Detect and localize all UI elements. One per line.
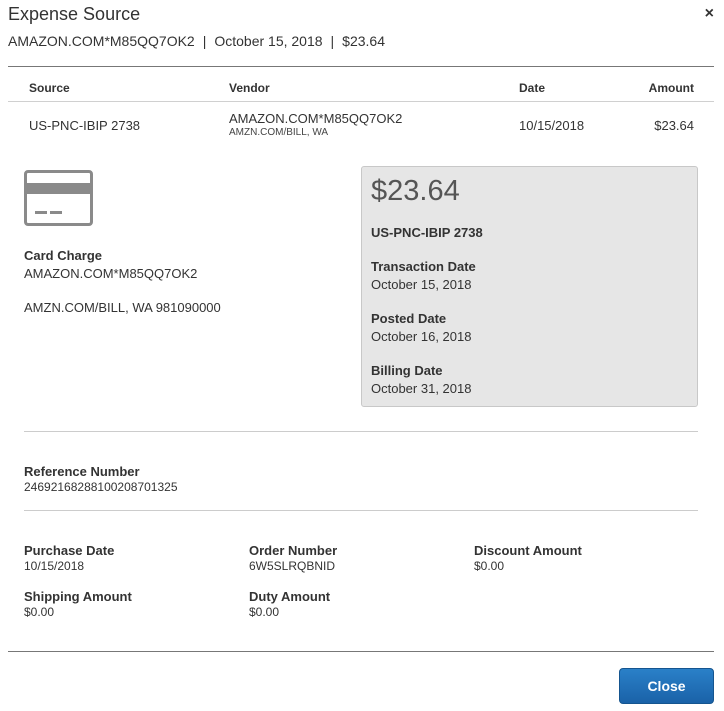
table-row: US-PNC-IBIP 2738 AMAZON.COM*M85QQ7OK2 AM… [8,104,714,148]
charge-type: Card Charge [24,248,103,263]
subtitle-amount: $23.64 [342,33,385,49]
subtitle-date: October 15, 2018 [214,33,323,49]
shipping-amount-label: Shipping Amount [24,589,132,604]
row-vendor-location: AMZN.COM/BILL, WA [229,127,329,138]
discount-amount-value: $0.00 [474,559,505,573]
charge-vendor: AMAZON.COM*M85QQ7OK2 [24,266,198,281]
credit-card-icon [24,170,93,226]
table-header: Source Vendor Date Amount [8,74,714,102]
billing-date-value: October 31, 2018 [371,381,472,396]
section-divider [24,510,698,511]
row-source: US-PNC-IBIP 2738 [29,118,141,133]
subtitle-vendor: AMAZON.COM*M85QQ7OK2 [8,33,195,49]
dialog-subtitle: AMAZON.COM*M85QQ7OK2 | October 15, 2018 | $2… [8,33,385,49]
discount-amount-label: Discount Amount [474,543,582,558]
header-source: Source [29,81,70,95]
close-icon[interactable]: × [705,6,714,22]
transaction-summary-panel: $23.64 US-PNC-IBIP 2738 Transaction Date… [361,166,698,407]
subtitle-separator: | [330,33,335,49]
subtitle-separator: | [202,33,207,49]
row-vendor-name: AMAZON.COM*M85QQ7OK2 [229,111,403,126]
charge-address: AMZN.COM/BILL, WA 981090000 [24,300,221,315]
footer-divider [8,651,714,652]
row-amount: $23.64 [654,118,694,133]
posted-date-value: October 16, 2018 [371,329,472,344]
purchase-date-label: Purchase Date [24,543,115,558]
summary-amount: $23.64 [371,175,460,207]
billing-date-label: Billing Date [371,363,443,378]
card-stripe [27,183,90,194]
header-amount: Amount [648,81,694,95]
shipping-amount-value: $0.00 [24,605,55,619]
row-vendor: AMAZON.COM*M85QQ7OK2 AMZN.COM/BILL, WA [229,111,402,138]
close-button[interactable]: Close [619,668,714,704]
posted-date-label: Posted Date [371,311,447,326]
reference-number-label: Reference Number [24,464,140,479]
card-dash [50,211,62,214]
order-number-value: 6W5SLRQBNID [249,559,336,573]
reference-number-value: 24692168288100208701325 [24,480,178,494]
row-date: 10/15/2018 [519,118,585,133]
summary-account: US-PNC-IBIP 2738 [371,225,483,240]
header-date: Date [519,81,546,95]
purchase-date-value: 10/15/2018 [24,559,85,573]
transaction-date-value: October 15, 2018 [371,277,472,292]
dialog-title: Expense Source [8,4,141,24]
duty-amount-value: $0.00 [249,605,280,619]
duty-amount-label: Duty Amount [249,589,331,604]
transaction-date-label: Transaction Date [371,259,476,274]
order-number-label: Order Number [249,543,338,558]
header-divider [8,66,714,67]
section-divider [24,431,698,432]
card-dash [35,211,47,214]
header-vendor: Vendor [229,81,270,95]
